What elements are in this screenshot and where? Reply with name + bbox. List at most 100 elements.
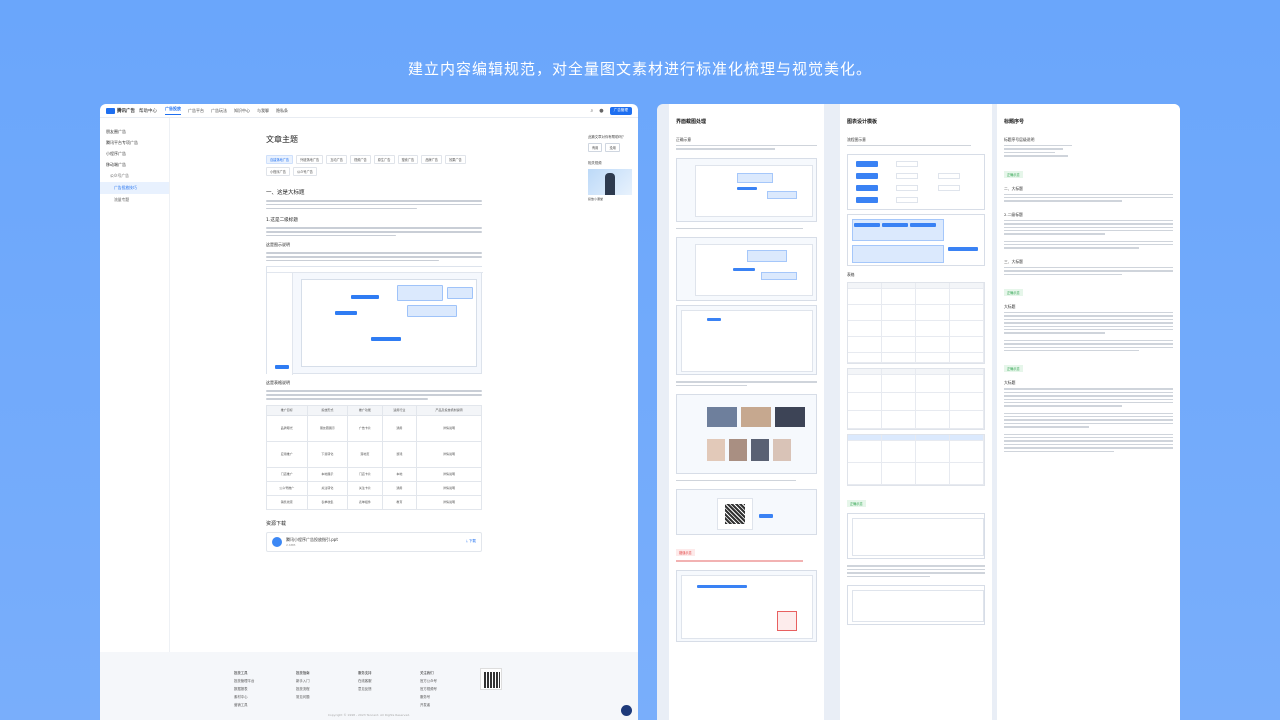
correct-example-tag: 正确示意 bbox=[1004, 289, 1023, 297]
footer-link[interactable]: 官方视频号 bbox=[420, 686, 437, 691]
panel-title: 界面截图处理 bbox=[676, 119, 707, 125]
interface-screenshot bbox=[266, 266, 483, 376]
table-cell: 门店卡片 bbox=[347, 466, 383, 482]
helpful-no-button[interactable]: 没用 bbox=[605, 143, 620, 152]
helpful-yes-button[interactable]: 有用 bbox=[588, 143, 603, 152]
table-cell: 详情说明 bbox=[416, 480, 482, 496]
table-cell: 关注转化 bbox=[306, 480, 349, 496]
panel-heading-numbering: 标题序号 标题序号层级说明 正确示意 二、大标题 2.二级标题 三、大标题 正确… bbox=[997, 104, 1180, 720]
nav-item-1[interactable]: 广告平台 bbox=[188, 108, 204, 114]
table-cell: 本地 bbox=[381, 466, 418, 482]
footer-link[interactable]: 意见反馈 bbox=[358, 686, 372, 691]
table-header: 产品及投放机制说明 bbox=[416, 404, 482, 416]
tag-2[interactable]: 互动广告 bbox=[326, 155, 347, 164]
table-row: 销售线索 表单收集 表单组件 教育 详情说明 bbox=[266, 494, 482, 510]
footer-link[interactable]: 官方公众号 bbox=[420, 678, 437, 683]
table-row: 门店推广 本地展示 门店卡片 本地 详情说明 bbox=[266, 466, 482, 482]
footer-link[interactable]: 投放流程 bbox=[296, 686, 310, 691]
sidebar-item-5[interactable]: 广告投放技巧 bbox=[100, 182, 169, 194]
table-cell: 详情说明 bbox=[416, 440, 482, 468]
footer-link[interactable]: 常见问题 bbox=[296, 694, 310, 699]
sample-screenshot bbox=[847, 513, 985, 560]
logo[interactable]: 腾讯广告 帮助中心 bbox=[106, 107, 157, 114]
sample-screenshot bbox=[676, 569, 817, 642]
ad-manage-button[interactable]: 广告管理 bbox=[609, 106, 632, 115]
qr-code bbox=[480, 668, 502, 690]
search-icon[interactable]: ⌕ bbox=[590, 108, 593, 114]
table-cell: 表单收集 bbox=[306, 494, 349, 510]
related-video-thumbnail[interactable] bbox=[588, 169, 632, 195]
flowchart-sample bbox=[847, 154, 985, 211]
table-cell: 本地展示 bbox=[306, 466, 349, 482]
table-cell: 详情说明 bbox=[416, 494, 482, 510]
brand-name: 腾讯广告 bbox=[117, 108, 135, 114]
panel-subtitle-table: 表格 bbox=[847, 272, 855, 278]
sidebar-item-0[interactable]: 朋友圈广告 bbox=[100, 126, 169, 137]
product-table: 推广目标 投放形式 推广功能 适用行业 产品及投放机制说明 品牌曝光 朋友圈展示… bbox=[266, 404, 482, 510]
table-cell: 表单组件 bbox=[347, 494, 383, 510]
right-aside: 此篇文章对你有帮助吗？ 有用 没用 相关视频 投放小课堂 bbox=[588, 134, 634, 201]
nav-item-5[interactable]: 隐私条 bbox=[276, 108, 288, 114]
help-center-page-preview: 腾讯广告 帮助中心 广告投放 广告平台 广告玩法 知识中心 与我聊 隐私条 ⌕ … bbox=[100, 104, 638, 720]
related-video-caption[interactable]: 投放小课堂 bbox=[588, 197, 634, 201]
nav-item-0[interactable]: 广告投放 bbox=[165, 106, 181, 115]
footer-link[interactable]: 素材中心 bbox=[234, 694, 254, 699]
sample-screenshot bbox=[676, 393, 817, 474]
tag-3[interactable]: 视频广告 bbox=[350, 155, 371, 164]
tag-5[interactable]: 搜索广告 bbox=[397, 155, 419, 164]
floating-help-button[interactable] bbox=[621, 705, 632, 716]
download-file-size: 2.6MB bbox=[286, 542, 296, 547]
tag-1[interactable]: 外链落地广告 bbox=[296, 155, 324, 164]
footer-link[interactable]: 数据报表 bbox=[234, 686, 254, 691]
footer-col-title: 投放工具 bbox=[234, 671, 248, 675]
nav-item-2[interactable]: 广告玩法 bbox=[211, 108, 227, 114]
tag-8[interactable]: 小程序广告 bbox=[266, 167, 290, 176]
footer-col-1: 投放指南 新手入门 投放流程 常见问题 bbox=[296, 670, 310, 702]
panel-title: 标题序号 bbox=[1004, 119, 1025, 125]
footer-link[interactable]: 营销工具 bbox=[234, 702, 254, 707]
table-cell: 游戏 bbox=[381, 440, 418, 468]
heading-figure-caption: 这是图示说明 bbox=[266, 242, 290, 248]
sidebar-item-2[interactable]: 小程序广告 bbox=[100, 148, 169, 159]
footer-link[interactable]: 在线客服 bbox=[358, 678, 372, 683]
sidebar-item-1[interactable]: 腾讯平台专项广告 bbox=[100, 137, 169, 148]
table-header: 投放形式 bbox=[306, 404, 349, 416]
sidebar-item-3[interactable]: 移动端广告 bbox=[100, 159, 169, 170]
tag-6[interactable]: 品牌广告 bbox=[421, 155, 442, 164]
footer-link[interactable]: 投放管理平台 bbox=[234, 678, 254, 683]
table-cell: 详情说明 bbox=[416, 414, 482, 442]
headline: 建立内容编辑规范，对全量图文素材进行标准化梳理与视觉美化。 bbox=[407, 60, 872, 78]
paragraph bbox=[266, 200, 482, 210]
sidebar-item-6[interactable]: 流量专题 bbox=[100, 194, 169, 206]
article: 文章主题 自建落地广告 外链落地广告 互动广告 视频广告 原生广告 搜索广告 品… bbox=[266, 118, 483, 552]
user-icon[interactable]: ● bbox=[599, 108, 603, 114]
footer-link[interactable]: 新手入门 bbox=[296, 678, 310, 683]
footer-link[interactable]: 服务号 bbox=[420, 694, 437, 699]
footer-link[interactable]: 开发者 bbox=[420, 702, 437, 707]
footer-copyright: Copyright © 1998 - 2023 Tencent. All Rig… bbox=[327, 713, 411, 717]
brand-logo-icon bbox=[106, 107, 115, 114]
panel-title: 图表设计模板 bbox=[847, 119, 878, 125]
download-item[interactable]: 腾讯小程序广告投放指引.ppt 2.6MB ⤓ 下载 bbox=[266, 531, 482, 552]
nav-item-4[interactable]: 与我聊 bbox=[257, 108, 269, 114]
panel-chart-templates: 图表设计模板 流程图示意 表格 正确示意 bbox=[840, 104, 992, 720]
nav-item-3[interactable]: 知识中心 bbox=[234, 108, 250, 114]
download-link-label: 下载 bbox=[468, 539, 476, 544]
footer: 投放工具 投放管理平台 数据报表 素材中心 营销工具 投放指南 新手入门 投放流… bbox=[100, 652, 638, 720]
tag-9[interactable]: 公众号广告 bbox=[292, 167, 317, 176]
table-sample bbox=[847, 434, 985, 487]
footer-col-title: 服务支持 bbox=[358, 671, 372, 675]
sample-screenshot bbox=[676, 237, 817, 302]
table-cell: 通用 bbox=[381, 414, 418, 442]
sample-screenshot bbox=[676, 157, 817, 222]
heading-level-2: 1.这是二级标题 bbox=[266, 218, 298, 224]
guidelines-preview: 界面截图处理 正确示意 错误示意 图表设计模板 流程图示意 表格 正确示意 标题… bbox=[657, 104, 1180, 720]
tag-0[interactable]: 自建落地广告 bbox=[266, 155, 294, 164]
download-button[interactable]: ⤓ 下载 bbox=[466, 539, 476, 544]
sample-screenshot bbox=[676, 305, 817, 376]
footer-col-title: 投放指南 bbox=[296, 671, 310, 675]
tag-4[interactable]: 原生广告 bbox=[373, 155, 395, 164]
footer-col-title: 关注我们 bbox=[420, 671, 434, 675]
sidebar-item-4[interactable]: 公众号广告 bbox=[100, 170, 169, 182]
tag-7[interactable]: 效果广告 bbox=[445, 155, 466, 164]
